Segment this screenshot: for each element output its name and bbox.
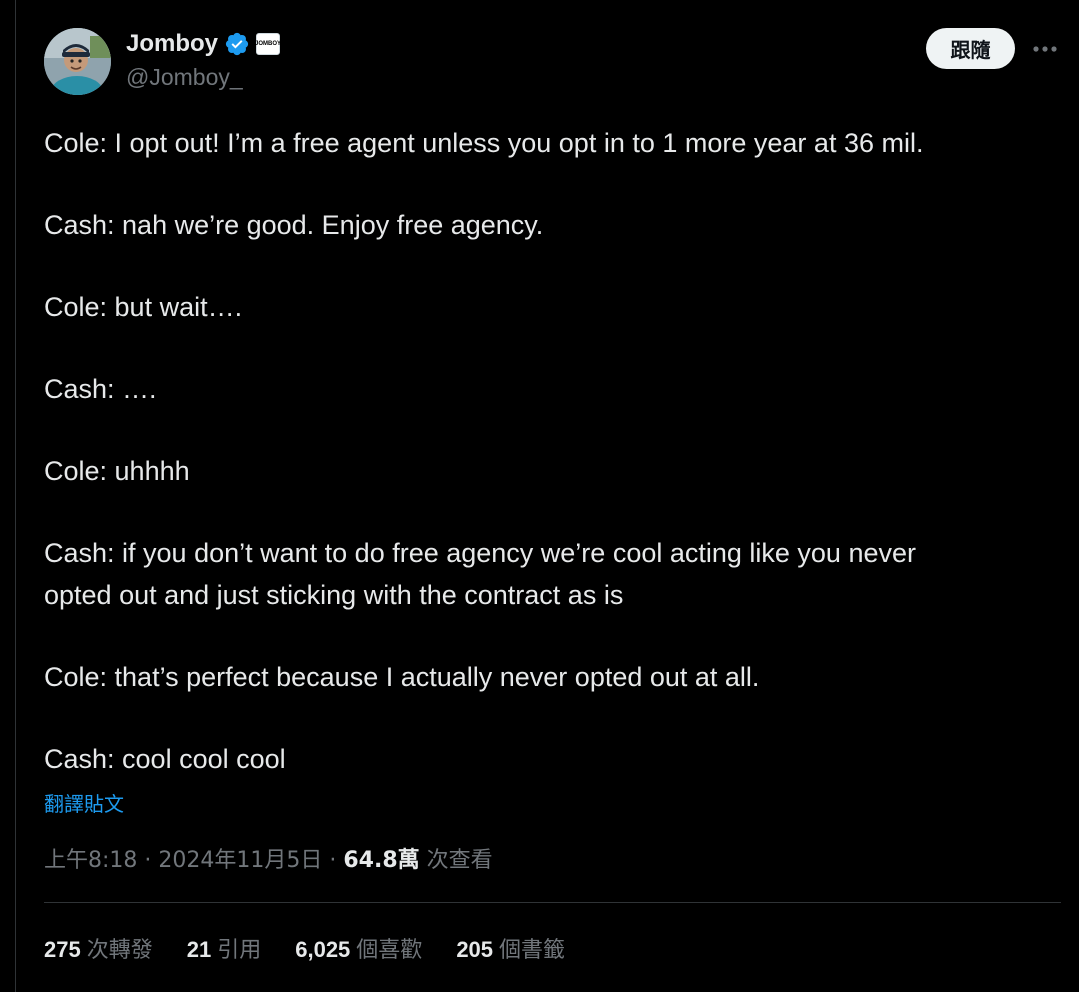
follow-button[interactable]: 跟隨: [926, 28, 1015, 69]
user-photo-avatar-icon: [44, 28, 111, 95]
bookmarks-stat[interactable]: 205 個書籤: [456, 932, 565, 964]
likes-label: 個喜歡: [356, 938, 423, 963]
more-horizontal-icon: [1033, 46, 1057, 52]
verified-checkmark-icon[interactable]: [224, 31, 250, 57]
author-handle[interactable]: @Jomboy_: [126, 64, 243, 91]
tweet-paragraph: Cash: cool cool cool: [44, 744, 286, 774]
meta-separator: ·: [322, 848, 344, 873]
tweet-paragraph: Cash: nah we’re good. Enjoy free agency.: [44, 210, 544, 240]
quotes-stat[interactable]: 21 引用: [187, 932, 262, 964]
tweet-meta: 上午8:18 · 2024年11月5日 · 64.8萬 次查看: [44, 842, 493, 874]
tweet-article: Jomboy JOMBOY @Jomboy_ 跟隨 Cole: I opt ou…: [44, 0, 1061, 992]
tweet-time[interactable]: 上午8:18: [44, 848, 137, 873]
tweet-date[interactable]: 2024年11月5日: [158, 848, 322, 873]
affiliate-badge-text: JOMBOY: [255, 41, 282, 47]
translate-post-link[interactable]: 翻譯貼文: [44, 788, 124, 817]
engagement-stats: 275 次轉發 21 引用 6,025 個喜歡 205 個書籤: [44, 932, 565, 964]
author-avatar[interactable]: [44, 28, 111, 95]
more-options-button[interactable]: [1028, 32, 1062, 66]
stats-divider: [44, 902, 1061, 903]
tweet-paragraph: Cole: uhhhh: [44, 456, 190, 486]
timeline-left-border: [15, 0, 16, 992]
likes-stat[interactable]: 6,025 個喜歡: [295, 932, 422, 964]
tweet-paragraph: Cash: if you don’t want to do free agenc…: [44, 538, 916, 610]
reposts-label: 次轉發: [86, 938, 153, 963]
affiliate-badge-icon[interactable]: JOMBOY: [255, 33, 282, 55]
likes-count: 6,025: [295, 937, 351, 962]
views-count[interactable]: 64.8萬: [343, 848, 419, 873]
bookmarks-label: 個書籤: [499, 938, 566, 963]
quotes-label: 引用: [217, 938, 262, 963]
author-name-row: Jomboy JOMBOY: [126, 28, 282, 60]
bookmarks-count: 205: [456, 937, 494, 962]
tweet-paragraph: Cash: ….: [44, 374, 157, 404]
tweet-paragraph: Cole: that’s perfect because I actually …: [44, 662, 760, 692]
tweet-paragraph: Cole: but wait….: [44, 292, 243, 322]
views-label: 次查看: [419, 848, 493, 873]
reposts-stat[interactable]: 275 次轉發: [44, 932, 153, 964]
quotes-count: 21: [186, 937, 212, 962]
reposts-count: 275: [44, 937, 81, 962]
author-display-name[interactable]: Jomboy: [126, 30, 218, 58]
tweet-text: Cole: I opt out! I’m a free agent unless…: [44, 122, 1044, 780]
meta-separator: ·: [137, 848, 159, 873]
tweet-paragraph: Cole: I opt out! I’m a free agent unless…: [44, 128, 924, 158]
